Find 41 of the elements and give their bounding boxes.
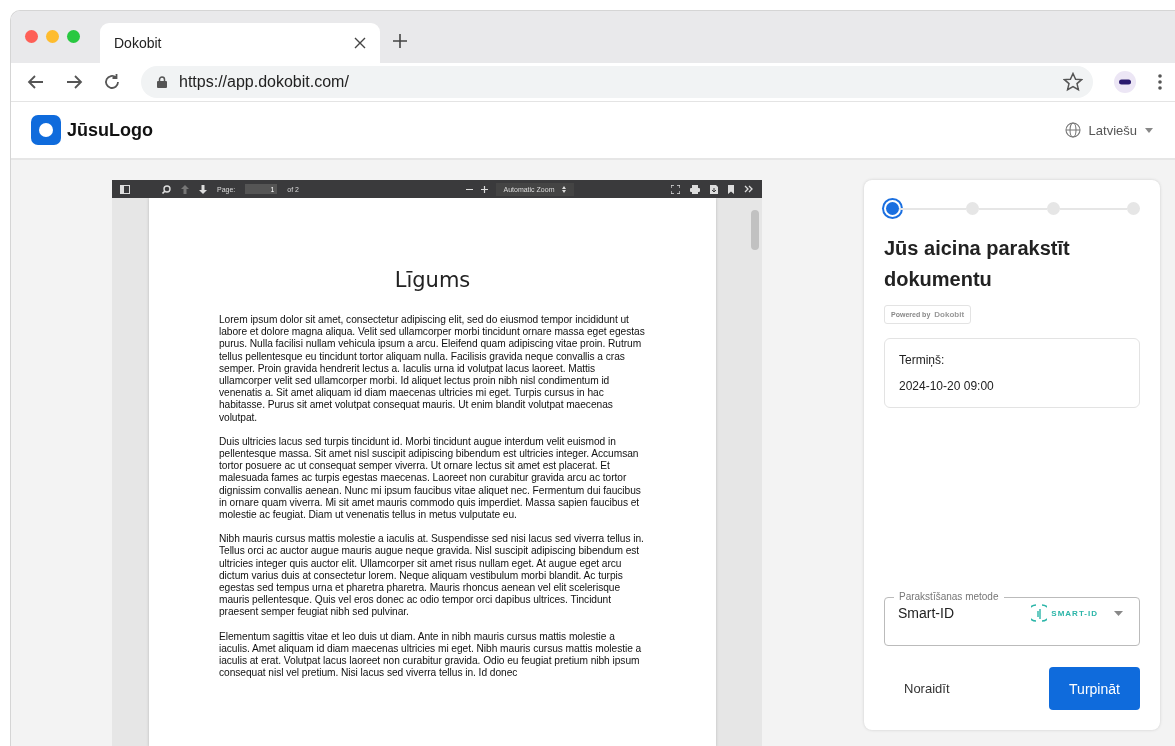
panel-title: Jūs aicina parakstīt dokumentu: [884, 236, 1071, 292]
new-tab-icon[interactable]: [392, 33, 408, 49]
logo-icon: [31, 115, 61, 145]
caret-icon: [1114, 610, 1123, 616]
double-chevron-icon[interactable]: [744, 185, 754, 193]
zoom-in-icon[interactable]: [480, 185, 488, 193]
deadline-label: Termiņš:: [899, 353, 946, 367]
address-bar[interactable]: https://app.dokobit.com/: [141, 66, 1093, 98]
arrow-down-icon[interactable]: [199, 184, 207, 194]
logo-text: JūsuLogo: [67, 119, 153, 141]
arrow-up-icon[interactable]: [181, 184, 189, 194]
document-paragraph: Nibh mauris cursus mattis molestie a iaculis at. Suspendisse sed nisi lacus sed viverra tellus in. Tellus orci ac auctor augue mauris augue neque gravida. Nisl suscipit adipiscing bibendum est ultricies integer quis auctor elit. Ullamcorper sit amet risus nullam eget. At augue eget arcu dictum varius duis at consectetur lorem. Neque aliquam vestibulum morbi blandit. Ac turpis egestas sed tempus urna et pharetra pharetra. Mauris rhoncus aenean vel elit scelerisque mauris pellentesque. Quis vel eros donec ac odio tempor orci dapibus ultrices. Tincidunt praesent semper feugiat nibh sed pulvinar.: [219, 533, 645, 619]
bookmark-icon[interactable]: [728, 184, 734, 194]
caret-icon: [1145, 127, 1153, 133]
caret-icon: [562, 185, 567, 193]
browser-tab[interactable]: Dokobit: [100, 23, 380, 63]
document-paragraph: Duis ultricies lacus sed turpis tincidunt id. Morbi tincidunt augue interdum velit euismod in pellentesque massa. Sit amet nisl suscipit adipiscing bibendum est ultricies integer. Accumsan tortor posuere ac ut consequat semper viverra. Ut ornare lectus sit amet est placerat. Et malesuada fames ac turpis egestas maecenas. Laoreet non curabitur gravida arcu ac tortor dignissim convallis aenean. Nunc mi ipsum faucibus vitae aliquet nec. Fermentum dui faucibus in ornare quam viverra. Mi sit amet mauris commodo quis imperdiet. Massa sapien faucibus et molestie ac feugiat. Diam ut venenatis tellus in metus vulputate eu.: [219, 435, 642, 522]
search-icon[interactable]: [162, 184, 171, 194]
more-menu-icon[interactable]: [1157, 73, 1163, 91]
lock-icon: [157, 76, 167, 88]
forward-icon[interactable]: [65, 73, 83, 91]
deadline-value: 2024-10-20 09:00: [899, 379, 995, 393]
reject-button[interactable]: Noraidīt: [884, 667, 970, 710]
close-icon[interactable]: [354, 37, 366, 49]
back-icon[interactable]: [27, 73, 45, 91]
fullscreen-icon[interactable]: [671, 184, 680, 194]
signing-method-select[interactable]: Parakstīšanas metode Smart-ID SMART-ID: [884, 591, 1140, 646]
smart-id-logo-icon: [1031, 603, 1048, 623]
bookmark-star-icon[interactable]: [1063, 72, 1083, 92]
document-paragraph: Lorem ipsum dolor sit amet, consectetur adipiscing elit, sed do eiusmod tempor incididunt ut labore et dolore magna aliqua. Velit sed ullamcorper morbi tincidunt ornare massa eget egestas purus. Nulla facilisi nullam vehicula ipsum a arcu. Eleifend quam adipiscing vitae proin. Rutrum tellus pellentesque eu tincidunt tortor aliquam nulla. Facilisis gravida neque convallis a cras semper. Proin gravida hendrerit lectus a. Iaculis urna id volutpat lacus laoreet. Mattis ullamcorper velit sed ullamcorper morbi. Id aliquet lectus proin nibh nisl condimentum id venenatis a. Sit amet aliquam id diam maecenas ultricies mi eget. Turpis cursus in hac habitasse. Purus sit amet volutpat consequat mauris. Ut enim blandit volutpat maecenas volutpat.: [219, 314, 646, 424]
download-icon[interactable]: [710, 184, 718, 194]
globe-icon: [1064, 122, 1081, 138]
sidebar-toggle-icon[interactable]: [120, 184, 130, 194]
language-selector[interactable]: Latviešu: [1058, 121, 1159, 139]
print-icon[interactable]: [690, 184, 700, 194]
extension-icon[interactable]: [1113, 70, 1137, 94]
document-paragraph: Elementum sagittis vitae et leo duis ut diam. Ante in nibh mauris cursus mattis molestie a iaculis. Amet aliquam id diam maecenas ultricies mi eget. Nibh mauris cursus mattis molestie a iaculis at erat. Volutpat lacus laoreet non curabitur gravida. Odio eu feugiat pretium nibh ipsum consequat nisl vel pretium. Nisi lacus sed viverra tellus in. Id donec: [219, 630, 643, 680]
continue-button[interactable]: Turpināt: [1049, 667, 1140, 710]
scrollbar-thumb[interactable]: [751, 210, 759, 250]
document-title: Līgums: [393, 268, 472, 292]
reload-icon[interactable]: [103, 73, 121, 91]
